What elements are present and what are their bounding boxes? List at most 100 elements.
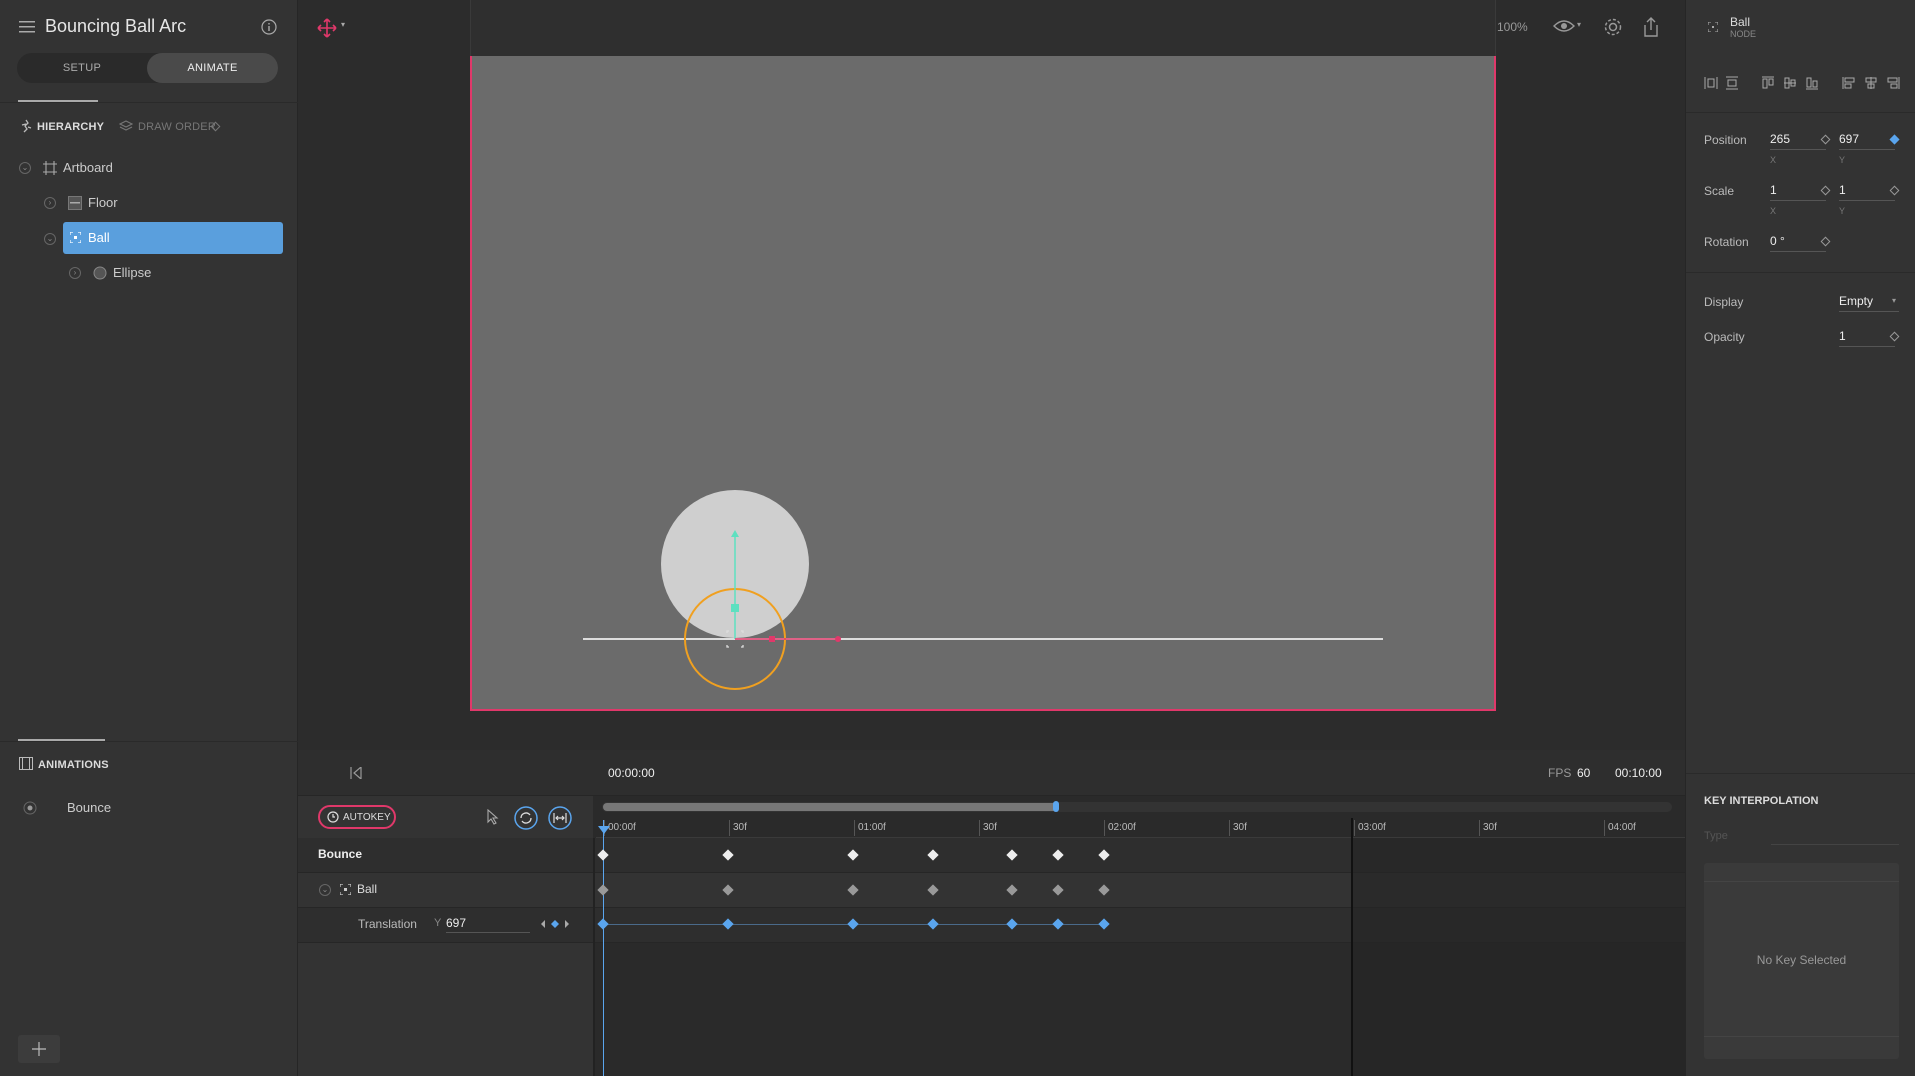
autokey-label: AUTOKEY (343, 812, 391, 823)
chevron-down-icon[interactable]: ⌄ (44, 233, 56, 245)
align-top-icon[interactable] (1761, 76, 1775, 90)
divider (0, 102, 298, 103)
opacity-input[interactable]: 1 (1839, 329, 1895, 347)
align-middle-icon[interactable] (1783, 76, 1797, 90)
x-arrow-icon[interactable] (835, 636, 841, 642)
align-left-icon[interactable] (1842, 76, 1856, 90)
chevron-down-icon[interactable]: ⌄ (19, 162, 31, 174)
opacity-label: Opacity (1704, 330, 1745, 344)
time-ruler[interactable] (596, 818, 1685, 838)
key-nav-icon[interactable] (539, 919, 571, 929)
tab-setup[interactable]: SETUP (17, 53, 147, 83)
scale-y-input[interactable]: 1 (1839, 183, 1895, 201)
align-center-icon[interactable] (1864, 76, 1878, 90)
no-key-text: No Key Selected (1756, 953, 1847, 967)
timeline-scrollbar-thumb[interactable] (603, 803, 1058, 811)
x-sublabel: X (1770, 155, 1777, 165)
scale-handle[interactable] (731, 604, 739, 612)
tab-underline (18, 739, 105, 741)
clock-icon (327, 811, 339, 823)
distribute-v-icon[interactable] (1725, 76, 1739, 90)
ruler-label: 30f (1233, 822, 1247, 833)
add-animation-button[interactable] (18, 1035, 60, 1063)
ruler-label: 00:00f (608, 822, 636, 833)
ruler-label: 30f (1483, 822, 1497, 833)
tree-item-ball[interactable]: Ball (63, 222, 283, 254)
inspector-node-type: NODE (1730, 29, 1757, 39)
tree-item-label: Artboard (63, 160, 113, 175)
info-icon[interactable] (261, 19, 277, 35)
menu-icon[interactable] (19, 20, 35, 34)
inspector-node-name: Ball (1730, 15, 1751, 29)
left-panel: Bouncing Ball Arc SETUP ANIMATE HIERARCH… (0, 0, 298, 1076)
current-time[interactable]: 00:00:00 (608, 766, 655, 780)
artboard-icon (43, 161, 57, 175)
chevron-down-icon[interactable]: ▾ (1577, 20, 1581, 29)
divider (0, 741, 298, 742)
artboard-top-area (470, 0, 1496, 56)
position-y-input[interactable]: 697 (1839, 132, 1895, 150)
loop-icon[interactable] (514, 806, 538, 830)
tree-item-label: Floor (88, 195, 118, 210)
tree-item-floor[interactable]: › Floor (0, 187, 298, 219)
pingpong-icon[interactable] (548, 806, 572, 830)
ruler-label: 01:00f (858, 822, 886, 833)
node-icon (1708, 22, 1718, 32)
position-x-input[interactable]: 265 (1770, 132, 1826, 150)
interpolation-graph: No Key Selected (1704, 863, 1899, 1059)
distribute-h-icon[interactable] (1704, 76, 1718, 90)
cursor-icon[interactable] (487, 809, 499, 825)
property-value-input[interactable]: 697 (446, 916, 530, 933)
tab-animate[interactable]: ANIMATE (147, 53, 278, 83)
zoom-level[interactable]: 100% (1497, 20, 1528, 34)
layers-icon (119, 120, 133, 131)
x-scale-handle[interactable] (769, 636, 775, 642)
track-divider (593, 838, 595, 1076)
film-icon (19, 757, 33, 770)
duration[interactable]: 00:10:00 (1615, 766, 1662, 780)
scale-label: Scale (1704, 184, 1735, 198)
ellipse-icon (93, 266, 107, 280)
property-label: Translation (358, 917, 417, 931)
rotation-label: Rotation (1704, 235, 1749, 249)
align-bottom-icon[interactable] (1805, 76, 1819, 90)
radio-icon[interactable] (23, 801, 37, 815)
x-sublabel: X (1770, 206, 1777, 216)
align-right-icon[interactable] (1886, 76, 1900, 90)
ruler-label: 02:00f (1108, 822, 1136, 833)
gear-icon[interactable] (1602, 16, 1624, 38)
position-label: Position (1704, 133, 1747, 147)
type-label: Type (1704, 830, 1728, 842)
draw-order-tab[interactable]: DRAW ORDER (138, 121, 216, 133)
hierarchy-icon (21, 119, 32, 133)
move-tool-icon[interactable] (317, 18, 337, 38)
tree-item-artboard[interactable]: ⌄ Artboard (0, 152, 298, 184)
share-icon[interactable] (1642, 16, 1660, 38)
go-to-start-icon[interactable] (350, 767, 362, 779)
tree-item-ellipse[interactable]: › Ellipse (0, 257, 298, 289)
plus-icon (32, 1042, 46, 1056)
canvas-scene (583, 490, 1383, 690)
scale-x-input[interactable]: 1 (1770, 183, 1826, 201)
rotation-input[interactable]: 0 ° (1770, 234, 1826, 252)
fps-value[interactable]: 60 (1577, 766, 1590, 780)
mode-switch: SETUP ANIMATE (17, 53, 278, 83)
eye-icon[interactable] (1553, 19, 1575, 33)
chevron-down-icon[interactable]: ⌄ (319, 884, 331, 896)
align-toolbar (1704, 76, 1904, 92)
ruler-label: 04:00f (1608, 822, 1636, 833)
type-select[interactable] (1771, 844, 1899, 845)
chevron-down-icon[interactable]: ▾ (1892, 296, 1896, 305)
ruler-label: 30f (733, 822, 747, 833)
autokey-button[interactable]: AUTOKEY (318, 805, 396, 829)
animation-item-bounce[interactable]: Bounce (0, 797, 298, 819)
playhead-icon[interactable] (598, 826, 610, 836)
display-select[interactable]: Empty (1839, 294, 1899, 312)
work-area-end-handle[interactable] (1053, 801, 1059, 812)
chevron-down-icon[interactable]: ▾ (341, 20, 345, 29)
chevron-right-icon[interactable]: › (69, 267, 81, 279)
hierarchy-tab[interactable]: HIERARCHY (37, 121, 104, 133)
y-sublabel: Y (1839, 155, 1846, 165)
ruler-label: 03:00f (1358, 822, 1386, 833)
chevron-right-icon[interactable]: › (44, 197, 56, 209)
